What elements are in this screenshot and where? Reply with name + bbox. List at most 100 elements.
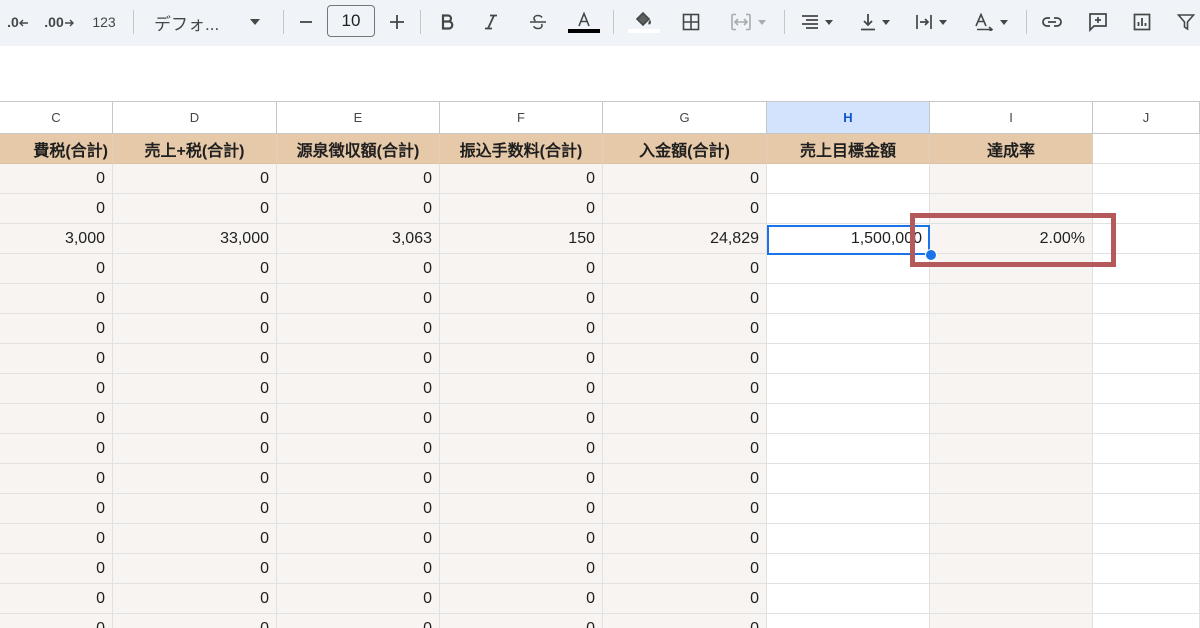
cell-f-row-7[interactable]: 0 (440, 344, 603, 374)
cell-f-row-11[interactable]: 0 (440, 464, 603, 494)
cell-g-row-10[interactable]: 0 (603, 434, 767, 464)
text-color-button[interactable] (566, 5, 602, 39)
cell-j-row-1[interactable] (1093, 164, 1200, 194)
column-header-h[interactable]: H (767, 101, 930, 134)
insert-chart-button[interactable] (1126, 5, 1158, 39)
cell-c-row-2[interactable]: 0 (0, 194, 113, 224)
cell-h-row-3[interactable]: 1,500,000 (767, 224, 930, 254)
cell-i-row-12[interactable] (930, 494, 1093, 524)
font-size-input[interactable]: 10 (327, 5, 375, 37)
cell-c-row-11[interactable]: 0 (0, 464, 113, 494)
header-cell-e[interactable]: 源泉徴収額(合計) (277, 134, 440, 164)
cell-i-row-6[interactable] (930, 314, 1093, 344)
fill-color-button[interactable] (624, 5, 664, 39)
cell-i-row-14[interactable] (930, 554, 1093, 584)
borders-button[interactable] (676, 5, 706, 39)
cell-i-row-11[interactable] (930, 464, 1093, 494)
cell-c-row-1[interactable]: 0 (0, 164, 113, 194)
cell-h-row-14[interactable] (767, 554, 930, 584)
cell-d-row-11[interactable]: 0 (113, 464, 277, 494)
cell-g-row-8[interactable]: 0 (603, 374, 767, 404)
cell-e-row-3[interactable]: 3,063 (277, 224, 440, 254)
cell-g-row-9[interactable]: 0 (603, 404, 767, 434)
column-header-g[interactable]: G (603, 101, 767, 134)
cell-h-row-15[interactable] (767, 584, 930, 614)
cell-d-row-5[interactable]: 0 (113, 284, 277, 314)
cell-d-row-14[interactable]: 0 (113, 554, 277, 584)
cell-h-row-12[interactable] (767, 494, 930, 524)
column-header-c[interactable]: C (0, 101, 113, 134)
cell-g-row-1[interactable]: 0 (603, 164, 767, 194)
cell-d-row-12[interactable]: 0 (113, 494, 277, 524)
cell-c-row-9[interactable]: 0 (0, 404, 113, 434)
header-cell-g[interactable]: 入金額(合計) (603, 134, 767, 164)
cell-f-row-6[interactable]: 0 (440, 314, 603, 344)
number-format-button[interactable]: 123 (84, 5, 124, 39)
cell-i-row-13[interactable] (930, 524, 1093, 554)
cell-h-row-13[interactable] (767, 524, 930, 554)
cell-f-row-15[interactable]: 0 (440, 584, 603, 614)
cell-i-row-4[interactable] (930, 254, 1093, 284)
filter-button[interactable] (1172, 5, 1200, 39)
italic-button[interactable] (476, 5, 506, 39)
merge-cells-button[interactable] (722, 5, 774, 39)
cell-g-row-6[interactable]: 0 (603, 314, 767, 344)
cell-d-row-3[interactable]: 33,000 (113, 224, 277, 254)
cell-j-row-14[interactable] (1093, 554, 1200, 584)
column-header-f[interactable]: F (440, 101, 603, 134)
cell-e-row-11[interactable]: 0 (277, 464, 440, 494)
cell-h-row-2[interactable] (767, 194, 930, 224)
cell-e-row-10[interactable]: 0 (277, 434, 440, 464)
cell-g-row-4[interactable]: 0 (603, 254, 767, 284)
column-header-i[interactable]: I (930, 101, 1093, 134)
cell-f-row-12[interactable]: 0 (440, 494, 603, 524)
cell-g-row-5[interactable]: 0 (603, 284, 767, 314)
cell-d-row-8[interactable]: 0 (113, 374, 277, 404)
cell-e-row-4[interactable]: 0 (277, 254, 440, 284)
horizontal-align-button[interactable] (794, 5, 840, 39)
cell-h-row-6[interactable] (767, 314, 930, 344)
column-header-j[interactable]: J (1093, 101, 1200, 134)
cell-e-row-5[interactable]: 0 (277, 284, 440, 314)
cell-i-row-7[interactable] (930, 344, 1093, 374)
cell-i-row-15[interactable] (930, 584, 1093, 614)
cell-f-row-13[interactable]: 0 (440, 524, 603, 554)
cell-j-row-13[interactable] (1093, 524, 1200, 554)
cell-g-row-3[interactable]: 24,829 (603, 224, 767, 254)
cell-g-row-16[interactable]: 0 (603, 614, 767, 628)
insert-comment-button[interactable] (1082, 5, 1114, 39)
cell-h-row-10[interactable] (767, 434, 930, 464)
cell-g-row-7[interactable]: 0 (603, 344, 767, 374)
cell-h-row-7[interactable] (767, 344, 930, 374)
cell-j-row-6[interactable] (1093, 314, 1200, 344)
header-cell-d[interactable]: 売上+税(合計) (113, 134, 277, 164)
cell-j-row-11[interactable] (1093, 464, 1200, 494)
header-cell-c[interactable]: 費税(合計) (0, 134, 113, 164)
cell-g-row-13[interactable]: 0 (603, 524, 767, 554)
cell-f-row-2[interactable]: 0 (440, 194, 603, 224)
cell-e-row-12[interactable]: 0 (277, 494, 440, 524)
cell-d-row-16[interactable]: 0 (113, 614, 277, 628)
cell-d-row-9[interactable]: 0 (113, 404, 277, 434)
cell-d-row-10[interactable]: 0 (113, 434, 277, 464)
cell-j-row-5[interactable] (1093, 284, 1200, 314)
cell-d-row-13[interactable]: 0 (113, 524, 277, 554)
cell-g-row-11[interactable]: 0 (603, 464, 767, 494)
cell-j-row-7[interactable] (1093, 344, 1200, 374)
cell-i-row-2[interactable] (930, 194, 1093, 224)
column-header-d[interactable]: D (113, 101, 277, 134)
cell-e-row-7[interactable]: 0 (277, 344, 440, 374)
cell-e-row-2[interactable]: 0 (277, 194, 440, 224)
cell-f-row-14[interactable]: 0 (440, 554, 603, 584)
cell-i-row-16[interactable] (930, 614, 1093, 628)
cell-f-row-10[interactable]: 0 (440, 434, 603, 464)
cell-c-row-7[interactable]: 0 (0, 344, 113, 374)
cell-g-row-2[interactable]: 0 (603, 194, 767, 224)
cell-e-row-16[interactable]: 0 (277, 614, 440, 628)
cell-g-row-12[interactable]: 0 (603, 494, 767, 524)
cell-j-row-16[interactable] (1093, 614, 1200, 628)
cell-e-row-9[interactable]: 0 (277, 404, 440, 434)
cell-j-row-10[interactable] (1093, 434, 1200, 464)
cell-j-row-3[interactable] (1093, 224, 1200, 254)
increase-decimal-button[interactable]: .00 (42, 5, 76, 39)
